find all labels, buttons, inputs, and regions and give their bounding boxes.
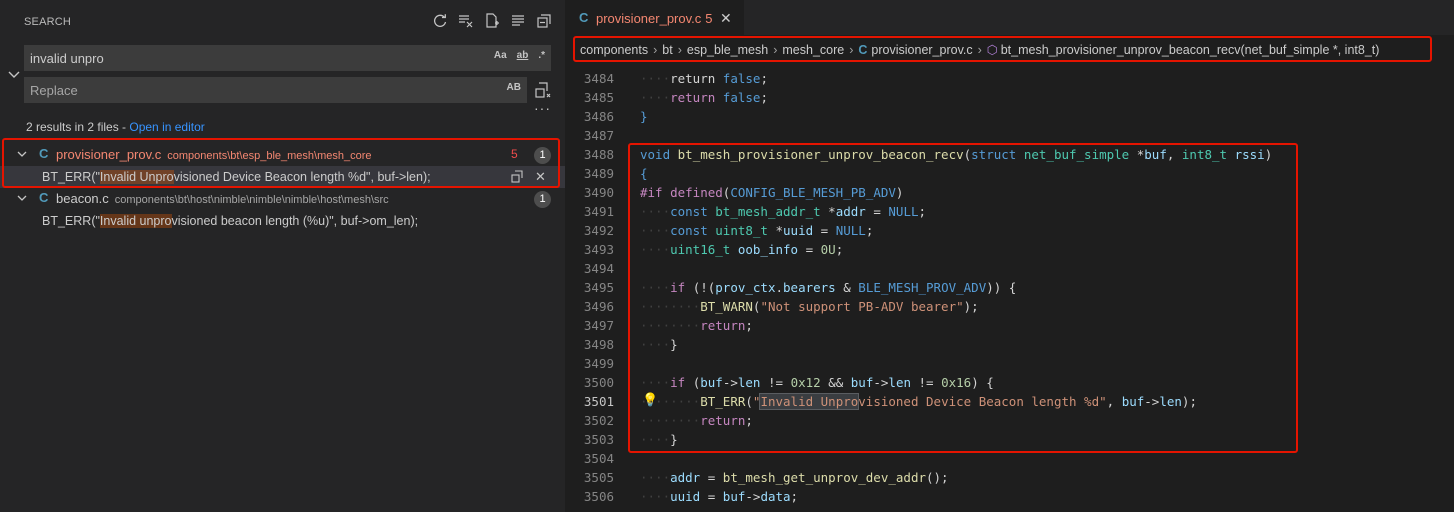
code-line: 3488 void bt_mesh_provisioner_unprov_beac… <box>583 147 1273 162</box>
match-case-toggle[interactable]: Aa <box>492 49 509 62</box>
code-line: 3502 ········return; <box>583 413 753 428</box>
breadcrumb-item[interactable]: mesh_core <box>782 43 844 57</box>
search-panel: SEARCH invalid unpro Aa ab .* Replace AB… <box>0 0 565 512</box>
breadcrumb-item[interactable]: components <box>580 43 648 57</box>
search-input[interactable]: invalid unpro <box>30 51 104 66</box>
result-file-name: beacon.c components\bt\host\nimble\nimble… <box>56 191 389 206</box>
result-file-path: components\bt\host\nimble\nimble\nimble\… <box>114 194 389 206</box>
c-file-icon: C <box>579 10 589 25</box>
clear-results-icon[interactable] <box>457 12 475 30</box>
code-line: 3486} <box>583 109 648 124</box>
code-line: 3496 ········BT_WARN("Not support PB-ADV … <box>583 299 979 314</box>
collapse-all-icon[interactable] <box>535 12 553 30</box>
match-count-badge: 1 <box>534 147 551 164</box>
results-count-text: 2 results in 2 files - <box>26 120 130 134</box>
method-cube-icon: ⬡ <box>986 43 998 57</box>
tab-provisioner-prov[interactable]: C provisioner_prov.c 5 ✕ <box>566 0 744 35</box>
chevron-right-icon: › <box>653 43 658 57</box>
code-line: 3484 ····return false; <box>583 71 768 86</box>
breadcrumb-item[interactable]: provisioner_prov.c <box>871 43 972 57</box>
chevron-down-icon[interactable] <box>16 192 28 204</box>
new-search-editor-icon[interactable] <box>483 12 501 30</box>
result-match-row[interactable]: BT_ERR("Invalid unprovisioned beacon len… <box>0 210 565 232</box>
code-line: 3500 ····if (buf->len != 0x12 && buf->len… <box>583 375 994 390</box>
match-text: BT_ERR("Invalid Unprovisioned Device Bea… <box>42 170 431 184</box>
results-summary: 2 results in 2 files - Open in editor <box>26 120 205 134</box>
code-line: 3499 <box>583 356 614 371</box>
problem-count: 5 <box>511 147 518 161</box>
breadcrumb-item[interactable]: bt <box>662 43 672 57</box>
code-line: 3498 ····} <box>583 337 678 352</box>
code-line: 3489{ <box>583 166 648 181</box>
replace-match-icon[interactable] <box>510 169 524 186</box>
breadcrumb-item[interactable]: bt_mesh_provisioner_unprov_beacon_recv(n… <box>1001 43 1380 57</box>
result-file-row[interactable]: C provisioner_prov.c components\bt\esp_bl… <box>0 144 565 166</box>
result-file-path: components\bt\esp_ble_mesh\mesh_core <box>167 150 372 162</box>
tab-label: provisioner_prov.c 5 <box>596 11 713 26</box>
more-options-icon[interactable]: ··· <box>534 100 551 116</box>
chevron-down-icon[interactable] <box>16 148 28 160</box>
chevron-right-icon: › <box>849 43 854 57</box>
replace-options: AB <box>505 81 523 94</box>
search-toolbar <box>431 12 553 30</box>
chevron-right-icon: › <box>677 43 682 57</box>
dismiss-match-icon[interactable]: ✕ <box>535 169 546 185</box>
code-line: 3487 <box>583 128 614 143</box>
result-match-row[interactable]: BT_ERR("Invalid Unprovisioned Device Bea… <box>0 166 565 188</box>
breadcrumb-item[interactable]: esp_ble_mesh <box>687 43 768 57</box>
match-text: BT_ERR("Invalid unprovisioned beacon len… <box>42 214 419 228</box>
code-line: 3494 <box>583 261 614 276</box>
code-line: 3493 ····uint16_t oob_info = 0U; <box>583 242 844 257</box>
code-line: 3495 ····if (!(prov_ctx.bearers & BLE_MES… <box>583 280 1017 295</box>
code-line: 3503 ····} <box>583 432 678 447</box>
tab-bar: C provisioner_prov.c 5 ✕ <box>566 0 1454 35</box>
chevron-right-icon: › <box>977 43 982 57</box>
close-icon[interactable]: ✕ <box>720 10 732 27</box>
preserve-case-toggle[interactable]: AB <box>505 81 523 94</box>
code-line: 3505 ····addr = bt_mesh_get_unprov_dev_ad… <box>583 470 949 485</box>
code-line: 3504 <box>583 451 614 466</box>
refresh-icon[interactable] <box>431 12 449 30</box>
c-file-icon: C <box>39 146 49 161</box>
code-line: 3485 ····return false; <box>583 90 768 105</box>
match-count-badge: 1 <box>534 191 551 208</box>
code-line: 3506 ····uuid = buf->data; <box>583 489 799 504</box>
replace-all-icon[interactable] <box>533 80 553 100</box>
search-input-box: invalid unpro Aa ab .* <box>24 45 551 71</box>
code-line: 3497 ········return; <box>583 318 753 333</box>
search-options: Aa ab .* <box>492 49 547 62</box>
open-in-editor-link[interactable]: Open in editor <box>129 120 204 134</box>
code-line: 3491 ····const bt_mesh_addr_t *addr = NUL… <box>583 204 927 219</box>
code-line: 3490 #if defined(CONFIG_BLE_MESH_PB_ADV) <box>583 185 904 200</box>
use-regex-toggle[interactable]: .* <box>536 49 547 62</box>
c-file-icon: C <box>858 43 868 57</box>
c-file-icon: C <box>39 190 49 205</box>
toggle-replace-chevron-icon[interactable] <box>6 66 22 82</box>
result-file-name: provisioner_prov.c components\bt\esp_ble_… <box>56 147 372 162</box>
replace-input-box: Replace AB <box>24 77 527 103</box>
code-line-active: 3501 💡 ········BT_ERR("Invalid Unprovision… <box>583 393 1197 410</box>
view-as-tree-icon[interactable] <box>509 12 527 30</box>
breadcrumb: components › bt › esp_ble_mesh › mesh_core › Cpr… <box>566 36 1454 62</box>
replace-input[interactable]: Replace <box>30 83 78 98</box>
chevron-right-icon: › <box>773 43 778 57</box>
panel-title: SEARCH <box>24 16 72 28</box>
editor: C provisioner_prov.c 5 ✕ components › bt › es… <box>566 0 1454 512</box>
result-file-row[interactable]: C beacon.c components\bt\host\nimble\nimb… <box>0 188 565 210</box>
code-line: 3492 ····const uint8_t *uuid = NULL; <box>583 223 874 238</box>
match-whole-word-toggle[interactable]: ab <box>515 49 531 62</box>
